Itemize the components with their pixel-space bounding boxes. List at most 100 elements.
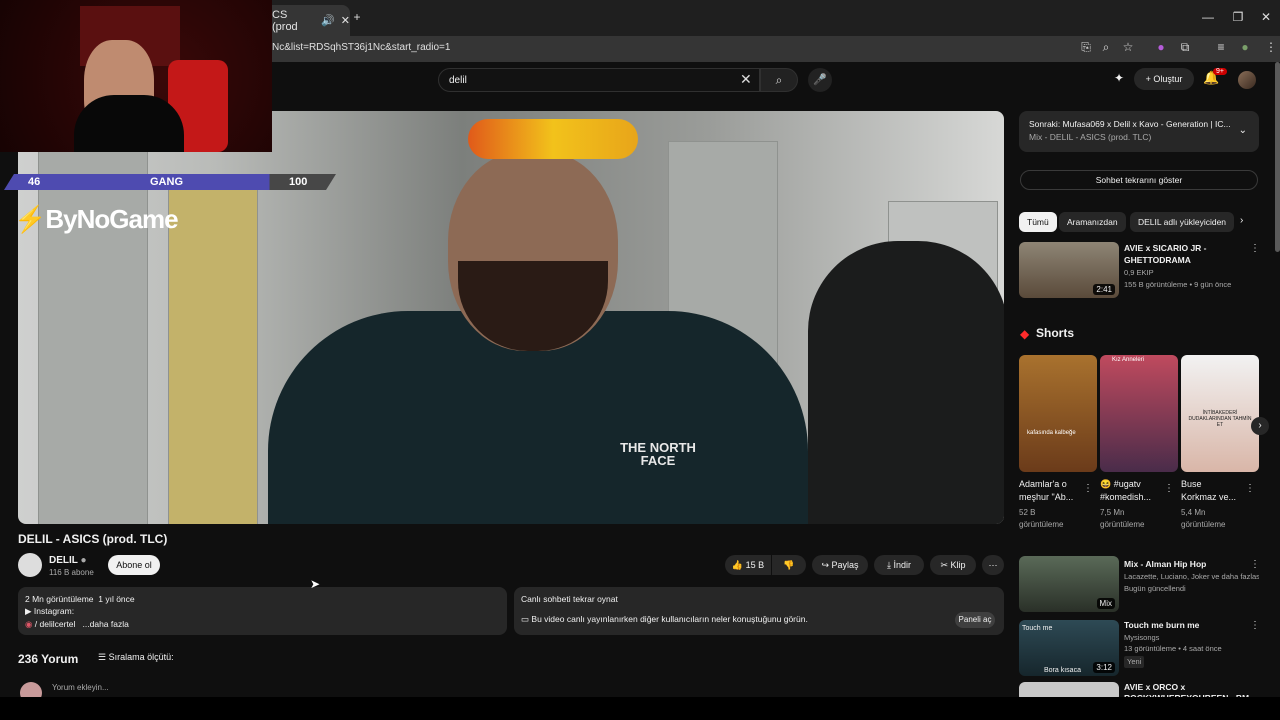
search-input[interactable]: delil — [438, 68, 760, 92]
building — [168, 181, 258, 524]
channel-name[interactable]: DELIL ● — [49, 555, 87, 566]
upload-date: 1 yıl önce — [98, 594, 135, 604]
screen: { "browser": { "tab_title": "CS (prod", … — [0, 0, 1280, 720]
show-chat-replay-button[interactable]: Sohbet tekrarını göster — [1020, 170, 1258, 190]
voice-search-button[interactable]: 🎤 — [808, 68, 832, 92]
install-icon[interactable]: ⎘ — [1077, 40, 1095, 55]
like-button[interactable]: 👍 15 B — [725, 555, 771, 575]
webcam-overlay — [0, 0, 272, 152]
notification-badge: 9+ — [1213, 68, 1227, 75]
short-thumbnail[interactable]: İNTİBAKEDERİ DUDAKLARINDAN TAHMİN ET — [1181, 355, 1259, 472]
subscribe-button[interactable]: Abone ol — [108, 555, 160, 575]
bynogame-logo: ⚡ByNoGame — [14, 204, 179, 234]
more-icon[interactable]: ⋮ — [1164, 483, 1174, 494]
duration: 3:12 — [1093, 662, 1115, 673]
description-box[interactable]: 2 Mn görüntüleme 1 yıl önce ▶ Instagram:… — [18, 587, 507, 635]
short-thumbnail[interactable]: kafasında kalbeğe — [1019, 355, 1097, 472]
rec1-channel: 0,9 EKIP — [1124, 268, 1154, 277]
rec1-title-line1[interactable]: AVIE x SICARIO JR - — [1124, 243, 1207, 254]
rec3-meta: 13 görüntüleme • 4 saat önce — [1124, 644, 1222, 653]
rec2-meta: Bugün güncellendi — [1124, 584, 1186, 593]
new-tab-icon[interactable]: + — [347, 10, 367, 24]
next-title: Sonraki: Mufasa069 x Delil x Kavo - Gene… — [1029, 119, 1231, 129]
search-button[interactable]: ⌕ — [760, 68, 798, 92]
short-views: 52 Bgörüntüleme — [1019, 508, 1064, 529]
jacket-logo: THE NORTH FACE — [620, 440, 696, 468]
chevron-right-icon[interactable]: › — [1240, 215, 1243, 226]
account-avatar[interactable] — [1238, 71, 1256, 89]
video-player[interactable]: THE NORTH FACE — [18, 111, 1004, 524]
short-title[interactable]: Buse Korkmaz ve... — [1181, 478, 1251, 504]
comment-count: 236 Yorum — [18, 652, 79, 666]
rec3-title[interactable]: Touch me burn me — [1124, 620, 1199, 631]
gang-label: GANG — [150, 176, 183, 188]
instagram-link[interactable]: / delilcertel — [35, 619, 76, 629]
show-more-link[interactable]: ...daha fazla — [83, 619, 129, 629]
more-actions-button[interactable]: ⋯ — [982, 555, 1004, 575]
rec1-meta: 155 B görüntüleme • 9 gün önce — [1124, 280, 1232, 289]
puzzle-icon[interactable]: ⧉ — [1176, 40, 1194, 55]
rec3-thumbnail[interactable]: Touch me Bora kısaca 3:12 — [1019, 620, 1119, 676]
media-icon[interactable]: ≡ — [1212, 40, 1230, 54]
chat-replay-text: Bu video canlı yayınlanırken diğer kulla… — [531, 614, 808, 624]
scrollbar[interactable] — [1275, 62, 1280, 252]
minimize-icon[interactable]: — — [1198, 10, 1218, 24]
more-icon[interactable]: ⋮ — [1250, 559, 1260, 570]
clip-button[interactable]: ✂ Klip — [930, 555, 976, 575]
chevron-down-icon[interactable]: ⌄ — [1239, 125, 1247, 136]
bookmark-star-icon[interactable]: ☆ — [1119, 40, 1137, 54]
short-thumbnail[interactable]: Kız Anneleri — [1100, 355, 1178, 472]
mouse-cursor-icon: ➤ — [310, 577, 321, 591]
rec2-title[interactable]: Mix - Alman Hip Hop — [1124, 559, 1206, 570]
url-text[interactable]: Nc&list=RDSqhST36j1Nc&start_radio=1 — [272, 42, 450, 53]
extension-icon[interactable]: ● — [1152, 40, 1170, 54]
mic-icon: 🎤 — [813, 74, 827, 86]
channel-avatar[interactable] — [18, 553, 42, 577]
shorts-next-button[interactable]: › — [1251, 417, 1269, 435]
instagram-icon: ◉ — [25, 619, 33, 629]
more-icon[interactable]: ⋮ — [1250, 620, 1260, 631]
zoom-icon[interactable]: ⌕ — [1097, 40, 1115, 55]
window-close-icon[interactable]: ✕ — [1256, 10, 1276, 24]
more-icon[interactable]: ⋮ — [1245, 483, 1255, 494]
tab-title: CS (prod — [272, 8, 298, 33]
thumbs-up-icon: 👍 — [731, 560, 746, 570]
rec1-title-line2[interactable]: GHETTODRAMA — [1124, 255, 1191, 266]
short-title[interactable]: Adamlar'a o meşhur "Ab... — [1019, 478, 1089, 504]
profile-icon[interactable]: ● — [1236, 40, 1254, 54]
browser-tab[interactable]: CS (prod 🔊 ✕ — [262, 5, 350, 36]
clear-search-icon[interactable]: ✕ — [740, 71, 752, 88]
rec2-thumbnail[interactable]: Mix — [1019, 556, 1119, 612]
dislike-button[interactable]: 👎 — [772, 555, 806, 575]
new-badge: Yeni — [1124, 656, 1145, 668]
short-views: 5,4 Mn görüntüleme — [1181, 508, 1226, 529]
next-sub: Mix - DELIL - ASICS (prod. TLC) — [1029, 132, 1152, 142]
create-button[interactable]: + Oluştur — [1134, 68, 1194, 90]
restore-icon[interactable]: ❐ — [1228, 10, 1248, 24]
gang-right-value: 100 — [289, 176, 308, 188]
rec4-title-line1[interactable]: AVIE x ORCO x — [1124, 682, 1185, 693]
chip-all[interactable]: Tümü — [1019, 212, 1057, 232]
thumb-text-top: Touch me — [1022, 625, 1053, 632]
rec2-channel: Lacazette, Luciano, Joker ve daha fazlas… — [1124, 572, 1259, 581]
chat-icon: ▭ — [521, 614, 532, 624]
bottom-bar — [0, 697, 1280, 720]
download-button[interactable]: ⤓ İndir — [874, 555, 924, 575]
speaker-icon[interactable]: 🔊 — [321, 14, 335, 27]
gang-bar: 46 GANG 100 — [4, 174, 336, 190]
more-icon: ⋯ — [988, 560, 998, 570]
more-icon[interactable]: ⋮ — [1083, 483, 1093, 494]
rec1-thumbnail[interactable]: 2:41 — [1019, 242, 1119, 298]
chip-from-uploader[interactable]: DELIL adlı yükleyiciden — [1130, 212, 1235, 232]
short-views: 7,5 Mn görüntüleme — [1100, 508, 1145, 529]
more-icon[interactable]: ⋮ — [1250, 243, 1260, 254]
cast-icon[interactable]: ✦ — [1114, 71, 1124, 85]
sort-button[interactable]: ☰ Sıralama ölçütü: — [98, 652, 174, 663]
menu-dots-icon[interactable]: ⋮ — [1262, 40, 1280, 54]
share-button[interactable]: ↪ Paylaş — [812, 555, 868, 575]
thumb-text-bottom: Bora kısaca — [1044, 667, 1081, 674]
chip-from-search[interactable]: Aramanızdan — [1059, 212, 1126, 232]
open-panel-button[interactable]: Paneli aç — [955, 612, 995, 628]
playlist-next-box[interactable]: Sonraki: Mufasa069 x Delil x Kavo - Gene… — [1019, 111, 1259, 152]
short-title[interactable]: 😆 #ugatv #komedish... — [1100, 478, 1170, 504]
